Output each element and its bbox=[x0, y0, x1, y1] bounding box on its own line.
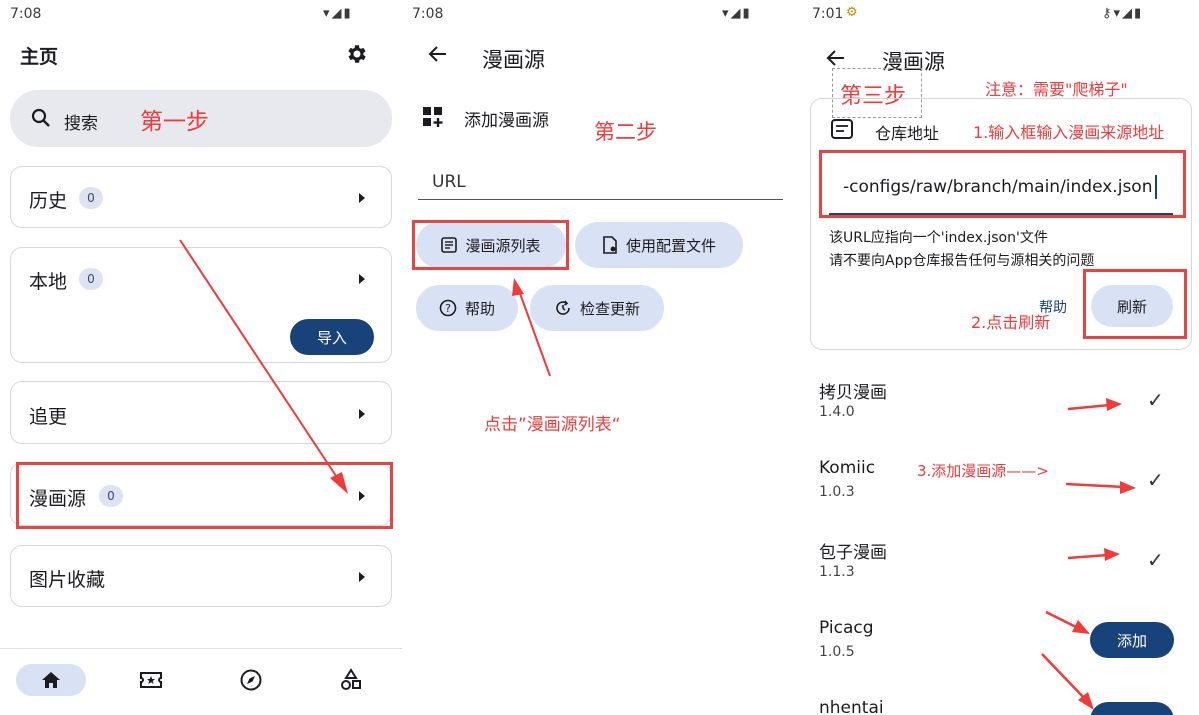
annotation-arrow bbox=[512, 278, 551, 377]
nav-category-button[interactable] bbox=[316, 664, 386, 696]
annotation-arrows bbox=[1041, 398, 1136, 710]
home-screen-panel: 7:08 ▾◢▮ 主页 搜索 第一步 历史 0 本地 0 导入 追更 漫画源 0… bbox=[0, 0, 402, 715]
nav-explore-button[interactable] bbox=[216, 664, 286, 696]
comic-source-panel: 7:08 ▾◢▮ 漫画源 添加漫画源 第二步 URL 漫画源列表 使用配置文件 … bbox=[402, 0, 802, 715]
click-list-annotation: 点击”漫画源列表“ bbox=[484, 415, 621, 435]
nav-divider bbox=[0, 648, 402, 649]
nav-ticket-button[interactable] bbox=[116, 664, 186, 696]
explore-icon bbox=[240, 669, 262, 691]
category-icon bbox=[341, 668, 361, 690]
add-comic-source-panel: 7:01 ⚙ ⚷▾◢▮ 漫画源 第三步 注意：需要"爬梯子" 仓库地址 1.输入… bbox=[802, 0, 1199, 715]
home-icon bbox=[42, 672, 60, 688]
ticket-icon bbox=[140, 672, 162, 688]
nav-home-button[interactable] bbox=[16, 664, 86, 696]
annotation-arrow bbox=[179, 239, 348, 494]
